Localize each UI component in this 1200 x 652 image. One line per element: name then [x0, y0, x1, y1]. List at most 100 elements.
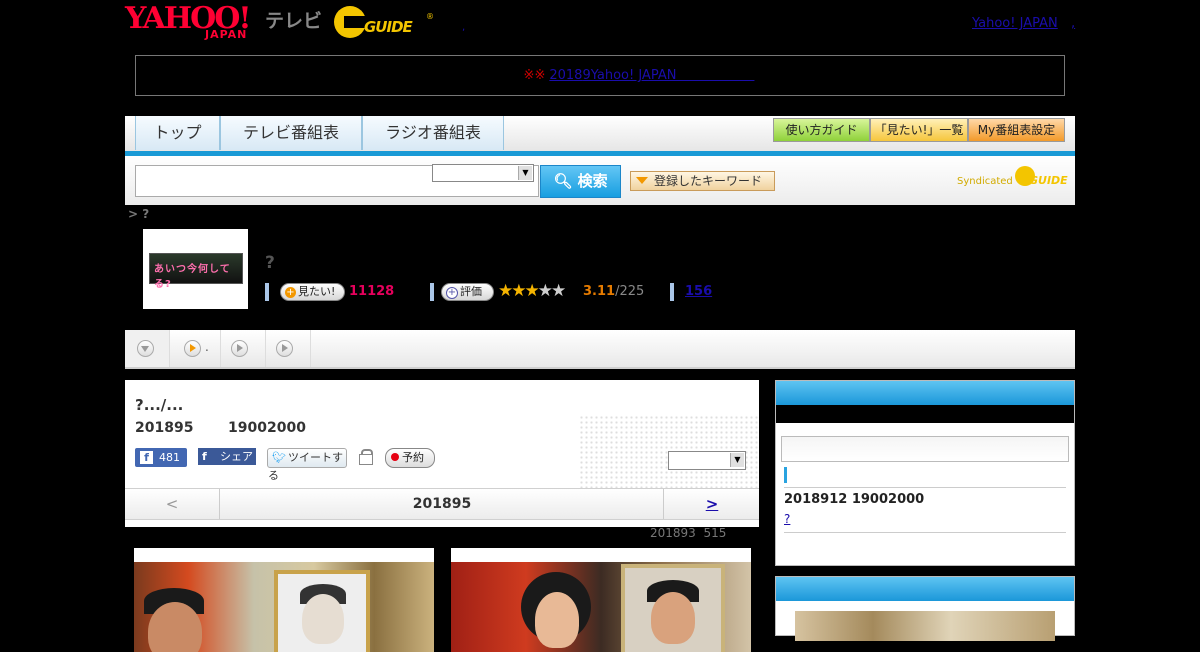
notice-mark: ※※: [523, 68, 546, 83]
gguide-logo[interactable]: GUIDE ®: [334, 6, 434, 42]
syndicated-label: Syndicated: [957, 176, 1013, 187]
star-filled-icon: ★: [524, 281, 540, 301]
play-icon: [184, 340, 201, 357]
sidebar-date: 2018912 19002000: [784, 492, 925, 507]
chevron-down-icon: ▼: [518, 166, 532, 180]
plus-icon: +: [285, 287, 296, 298]
twitter-bird-icon: 🐦︎: [272, 451, 286, 464]
episode-photo-1[interactable]: [134, 548, 434, 652]
search-button-label: 検索: [577, 172, 608, 190]
rating-stars: ★★★★★: [498, 281, 566, 301]
header-dot: ,: [462, 22, 466, 33]
episode-date: 201895: [135, 420, 194, 436]
sidebar-link[interactable]: ?: [784, 512, 790, 526]
want-to-watch-button[interactable]: + 見たい!: [280, 283, 345, 301]
episode-photo-image: [134, 562, 434, 652]
facebook-icon: f: [140, 451, 153, 464]
tab-cast[interactable]: [266, 330, 311, 367]
play-icon: [231, 340, 248, 357]
episode-photo-image: [451, 562, 751, 652]
sidebar-input[interactable]: [781, 436, 1069, 462]
sidebar-divider: [784, 487, 1066, 488]
program-thumbnail-text: あいつ今何してる?: [154, 264, 231, 290]
episode-title: ?.../...: [135, 396, 184, 414]
episode-time: 19002000: [228, 420, 306, 436]
star-filled-icon: ★: [498, 281, 513, 301]
program-thumbnail-image: あいつ今何してる?: [149, 253, 243, 290]
gguide-g-mark: [334, 6, 366, 38]
want-count: 11128: [349, 284, 395, 299]
divider-bar: [430, 283, 434, 301]
star-empty-icon: ★: [551, 281, 566, 301]
sidebar-divider: [784, 532, 1066, 533]
plus-icon: +: [446, 287, 458, 299]
tweet-button[interactable]: 🐦︎ ツイートする: [267, 448, 347, 482]
review-count-link[interactable]: 156: [685, 284, 712, 299]
rating-denominator: /225: [615, 284, 645, 299]
divider-bar: [265, 283, 269, 301]
header-trailing-link[interactable]: ,: [1071, 16, 1075, 31]
facebook-like-count: 481: [159, 451, 180, 464]
gift-icon[interactable]: [357, 448, 373, 465]
main-nav: トップ テレビ番組表 ラジオ番組表 使い方ガイド 「見たい!」一覧 My番組表設…: [125, 116, 1075, 151]
episode-pager: < 201895 >: [125, 488, 759, 520]
program-tab-strip: .: [125, 330, 1075, 369]
tab-episodes[interactable]: .: [170, 330, 221, 367]
yahoo-japan-logo[interactable]: YAHOO! JAPAN: [125, 2, 263, 44]
episode-meta: 201893 515: [650, 526, 726, 540]
sidebar-panel-2: [775, 576, 1075, 641]
search-category-select[interactable]: ▼: [432, 164, 534, 182]
star-empty-icon: ★: [537, 281, 553, 301]
current-episode-date: 201895: [412, 496, 472, 512]
rate-button[interactable]: + 評価: [441, 283, 494, 301]
tab-overview[interactable]: [125, 330, 170, 367]
play-icon: [276, 340, 293, 357]
episode-meta-time: 515: [703, 526, 727, 540]
gguide-reg-mark: ®: [426, 12, 434, 21]
star-filled-icon: ★: [511, 281, 526, 301]
yahoo-logo-sub: JAPAN: [205, 28, 248, 41]
guide-button[interactable]: 使い方ガイド: [773, 118, 870, 142]
sidebar-header: [776, 381, 1074, 405]
episode-photo-2[interactable]: [451, 548, 751, 652]
record-dot-icon: [391, 453, 399, 461]
syndicated-gguide-logo: Syndicated GUIDE: [957, 166, 1068, 188]
sidebar-panel: 2018912 19002000 ?: [775, 380, 1075, 566]
syndicated-logo-text: GUIDE: [1029, 174, 1068, 187]
sidebar-image[interactable]: [795, 611, 1055, 641]
chevron-down-icon: ▼: [730, 453, 744, 467]
rating-value: 3.11: [583, 284, 616, 299]
photo-frame: [274, 570, 370, 652]
breadcrumb: > ?: [128, 207, 150, 221]
saved-keywords-label: 登録したキーワード: [654, 174, 763, 188]
notice-link[interactable]: 20189Yahoo! JAPAN: [549, 68, 754, 83]
saved-keywords-button[interactable]: 登録したキーワード: [630, 171, 775, 191]
episode-meta-date: 201893: [650, 526, 696, 540]
rate-label: 評価: [460, 285, 482, 298]
facebook-like-button[interactable]: f 481: [135, 448, 187, 467]
facebook-share-button[interactable]: f シェア: [198, 448, 256, 465]
yahoo-japan-link[interactable]: Yahoo! JAPAN: [972, 16, 1058, 31]
want-list-button[interactable]: 「見たい!」一覧: [870, 118, 968, 142]
search-button[interactable]: 🔍︎ 検索: [540, 165, 621, 198]
nav-tab-tv-listings[interactable]: テレビ番組表: [220, 116, 362, 150]
episode-select[interactable]: ▼: [668, 451, 746, 470]
gguide-logo-text: GUIDE: [364, 18, 413, 36]
next-episode-link[interactable]: >: [663, 489, 760, 519]
tab-reviews[interactable]: [221, 330, 266, 367]
episode-panel: ?.../... 201895 19002000 f 481 f シェア 🐦︎ ツイー…: [125, 380, 759, 527]
nav-tab-top[interactable]: トップ: [135, 116, 220, 150]
sidebar-header: [776, 577, 1074, 601]
notice-link-suffix: 9Yahoo! JAPAN: [582, 68, 755, 83]
sidebar-subheader: [776, 405, 1074, 423]
my-listing-settings-button[interactable]: My番組表設定: [968, 118, 1065, 142]
want-to-watch-label: 見たい!: [298, 285, 336, 298]
tab-episodes-label: .: [205, 340, 209, 354]
search-icon: 🔍︎: [553, 172, 573, 190]
notice-link-year: 2018: [549, 68, 583, 83]
prev-episode-button[interactable]: <: [125, 489, 220, 519]
reserve-recording-button[interactable]: 予約: [385, 448, 435, 468]
search-bar: ▼ 🔍︎ 検索 登録したキーワード Syndicated GUIDE: [125, 156, 1075, 205]
facebook-icon: f: [202, 450, 207, 463]
nav-tab-radio-listings[interactable]: ラジオ番組表: [362, 116, 504, 150]
